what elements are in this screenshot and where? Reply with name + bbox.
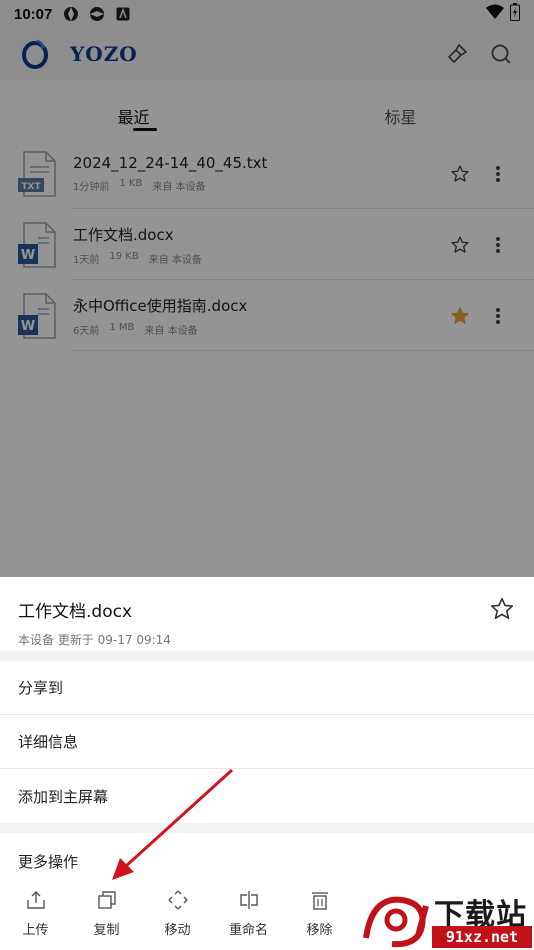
menu-details[interactable]: 详细信息 — [0, 715, 534, 769]
copy-button[interactable]: 复制 — [71, 885, 142, 949]
star-outline-icon[interactable] — [488, 595, 516, 623]
sheet-file-title: 工作文档.docx — [18, 602, 133, 622]
move-icon — [167, 889, 189, 911]
section-gap — [0, 651, 534, 661]
copy-label: 复制 — [93, 923, 120, 938]
remove-button[interactable]: 移除 — [284, 885, 355, 949]
section-gap — [0, 823, 534, 833]
more-actions-title: 更多操作 — [18, 852, 79, 871]
menu-share[interactable]: 分享到 — [0, 661, 534, 715]
rename-icon — [238, 889, 260, 911]
sheet-file-subtitle: 本设备 更新于 09-17 09:14 — [18, 633, 171, 647]
upload-icon — [25, 889, 47, 911]
menu-add-to-home[interactable]: 添加到主屏幕 — [0, 769, 534, 823]
upload-button[interactable]: 上传 — [0, 885, 71, 949]
upload-label: 上传 — [22, 923, 49, 938]
rename-label: 重命名 — [228, 923, 268, 938]
remove-label: 移除 — [306, 923, 333, 938]
move-button[interactable]: 移动 — [142, 885, 213, 949]
copy-icon — [96, 889, 118, 911]
watermark-url: 91xz.net — [432, 926, 532, 948]
rename-button[interactable]: 重命名 — [213, 885, 284, 949]
sheet-header: 工作文档.docx 本设备 更新于 09-17 09:14 — [0, 577, 534, 651]
move-label: 移动 — [164, 923, 191, 938]
delete-icon — [309, 889, 331, 911]
